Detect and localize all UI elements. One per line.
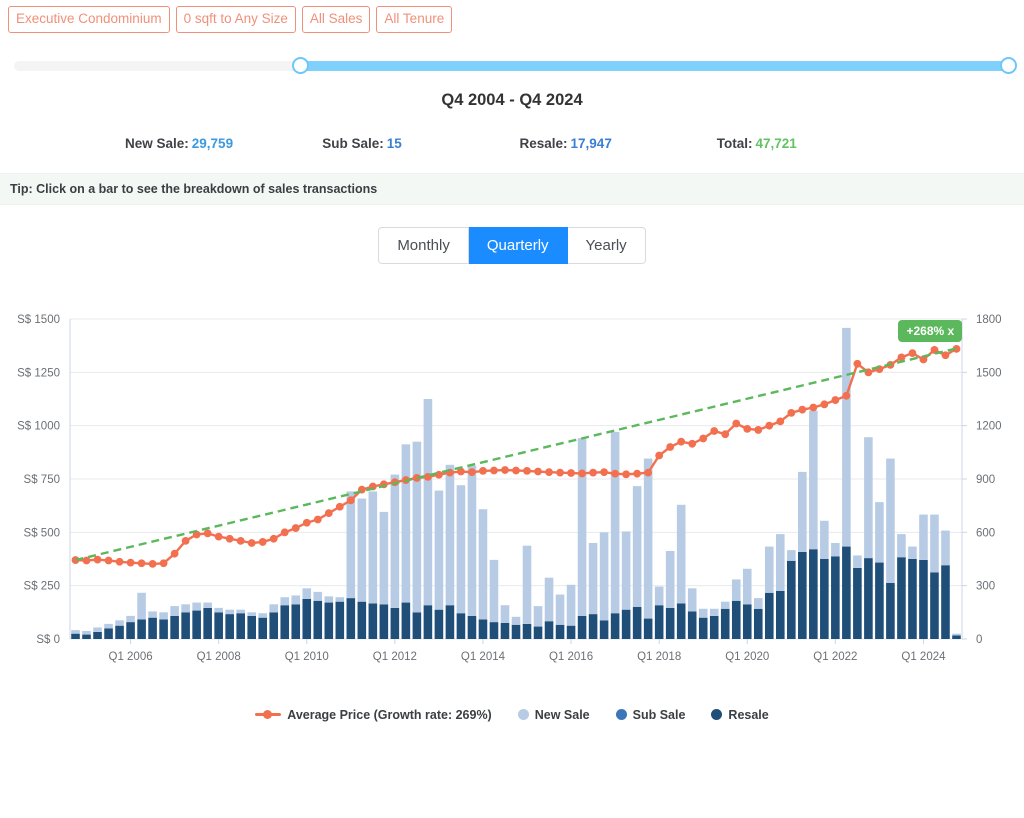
stat-resale-value: 17,947 <box>570 135 612 151</box>
summary-stats: New Sale: 29,759 Sub Sale: 15 Resale: 17,94… <box>0 136 1024 151</box>
stat-new-sale-label: New Sale: <box>125 135 189 151</box>
legend-item-resale[interactable]: Resale <box>711 707 769 722</box>
svg-text:Q1 2008: Q1 2008 <box>197 651 241 663</box>
svg-text:0: 0 <box>976 634 982 646</box>
filter-chip-tenure[interactable]: All Tenure <box>376 6 453 33</box>
sales-chart[interactable]: S$ 0 S$ 250 S$ 500 S$ 750 S$ 1000 S$ 1250 S$ 1… <box>0 304 1024 704</box>
svg-text:Q1 2006: Q1 2006 <box>109 651 153 663</box>
legend-label-new-sale: New Sale <box>534 707 590 722</box>
stat-sub-sale-value: 15 <box>386 135 402 151</box>
stat-new-sale: New Sale: 29,759 <box>125 136 322 151</box>
legend-item-new-sale[interactable]: New Sale <box>517 707 590 722</box>
svg-text:S$ 1250: S$ 1250 <box>17 367 60 379</box>
svg-text:Q1 2024: Q1 2024 <box>901 651 946 663</box>
svg-text:600: 600 <box>976 527 995 539</box>
stat-sub-sale: Sub Sale: 15 <box>322 136 519 151</box>
stat-sub-sale-label: Sub Sale: <box>322 135 384 151</box>
svg-text:S$ 250: S$ 250 <box>24 580 60 592</box>
svg-text:1500: 1500 <box>976 367 1002 379</box>
svg-text:Q1 2012: Q1 2012 <box>373 651 417 663</box>
circle-icon <box>517 709 529 720</box>
legend-label-resale: Resale <box>728 707 769 722</box>
period-toggle-group: Monthly Quarterly Yearly <box>0 226 1024 264</box>
legend-item-sub-sale[interactable]: Sub Sale <box>615 707 686 722</box>
period-toggle: Monthly Quarterly Yearly <box>378 226 646 264</box>
tab-quarterly[interactable]: Quarterly <box>468 226 568 264</box>
svg-text:300: 300 <box>976 580 995 592</box>
slider-selected-range <box>300 60 1009 71</box>
stat-resale-label: Resale: <box>519 135 568 151</box>
svg-text:S$ 1000: S$ 1000 <box>17 420 60 432</box>
date-range-slider[interactable] <box>0 33 1024 77</box>
filter-chip-size-range[interactable]: 0 sqft to Any Size <box>175 6 296 33</box>
filter-bar: Executive Condominium 0 sqft to Any Size… <box>0 0 1024 33</box>
chart-legend: Average Price (Growth rate: 269%) New Sa… <box>0 708 1024 722</box>
stat-new-sale-value: 29,759 <box>191 135 234 151</box>
filter-chip-sale-type[interactable]: All Sales <box>301 6 371 33</box>
line-marker-icon <box>255 709 282 720</box>
svg-text:1800: 1800 <box>976 314 1002 326</box>
tab-monthly[interactable]: Monthly <box>378 226 469 264</box>
svg-text:Q1 2022: Q1 2022 <box>813 651 857 663</box>
growth-badge: +268% x <box>898 319 963 342</box>
tab-yearly[interactable]: Yearly <box>567 226 646 264</box>
svg-text:S$ 750: S$ 750 <box>24 474 60 486</box>
date-range-title: Q4 2004 - Q4 2024 <box>441 90 583 109</box>
svg-text:1200: 1200 <box>976 420 1002 432</box>
svg-text:Q1 2014: Q1 2014 <box>461 651 506 663</box>
slider-handle-start[interactable] <box>292 57 310 74</box>
stat-total-value: 47,721 <box>755 135 797 151</box>
svg-text:900: 900 <box>976 474 995 486</box>
legend-label-sub-sale: Sub Sale <box>632 707 686 722</box>
circle-icon <box>615 709 627 720</box>
legend-item-average-price[interactable]: Average Price (Growth rate: 269%) <box>255 707 492 722</box>
circle-icon <box>711 709 723 720</box>
chart-canvas[interactable]: S$ 0 S$ 250 S$ 500 S$ 750 S$ 1000 S$ 1250 S$ 1… <box>0 304 1024 704</box>
tip-banner: Tip: Click on a bar to see the breakdown… <box>0 172 1024 205</box>
svg-text:S$ 0: S$ 0 <box>36 634 60 646</box>
legend-label-average-price: Average Price (Growth rate: 269%) <box>287 707 492 722</box>
stat-total: Total: 47,721 <box>717 136 914 151</box>
svg-text:Q1 2010: Q1 2010 <box>285 651 329 663</box>
slider-track[interactable] <box>14 57 1017 74</box>
svg-text:S$ 500: S$ 500 <box>24 527 60 539</box>
slider-handle-end[interactable] <box>1000 57 1017 74</box>
svg-text:Q1 2018: Q1 2018 <box>637 651 681 663</box>
filter-chip-property-type[interactable]: Executive Condominium <box>8 6 170 33</box>
stat-resale: Resale: 17,947 <box>520 136 717 151</box>
svg-text:Q1 2020: Q1 2020 <box>725 651 769 663</box>
svg-text:S$ 1500: S$ 1500 <box>17 314 60 326</box>
stat-total-label: Total: <box>716 135 753 151</box>
svg-text:Q1 2016: Q1 2016 <box>549 651 593 663</box>
